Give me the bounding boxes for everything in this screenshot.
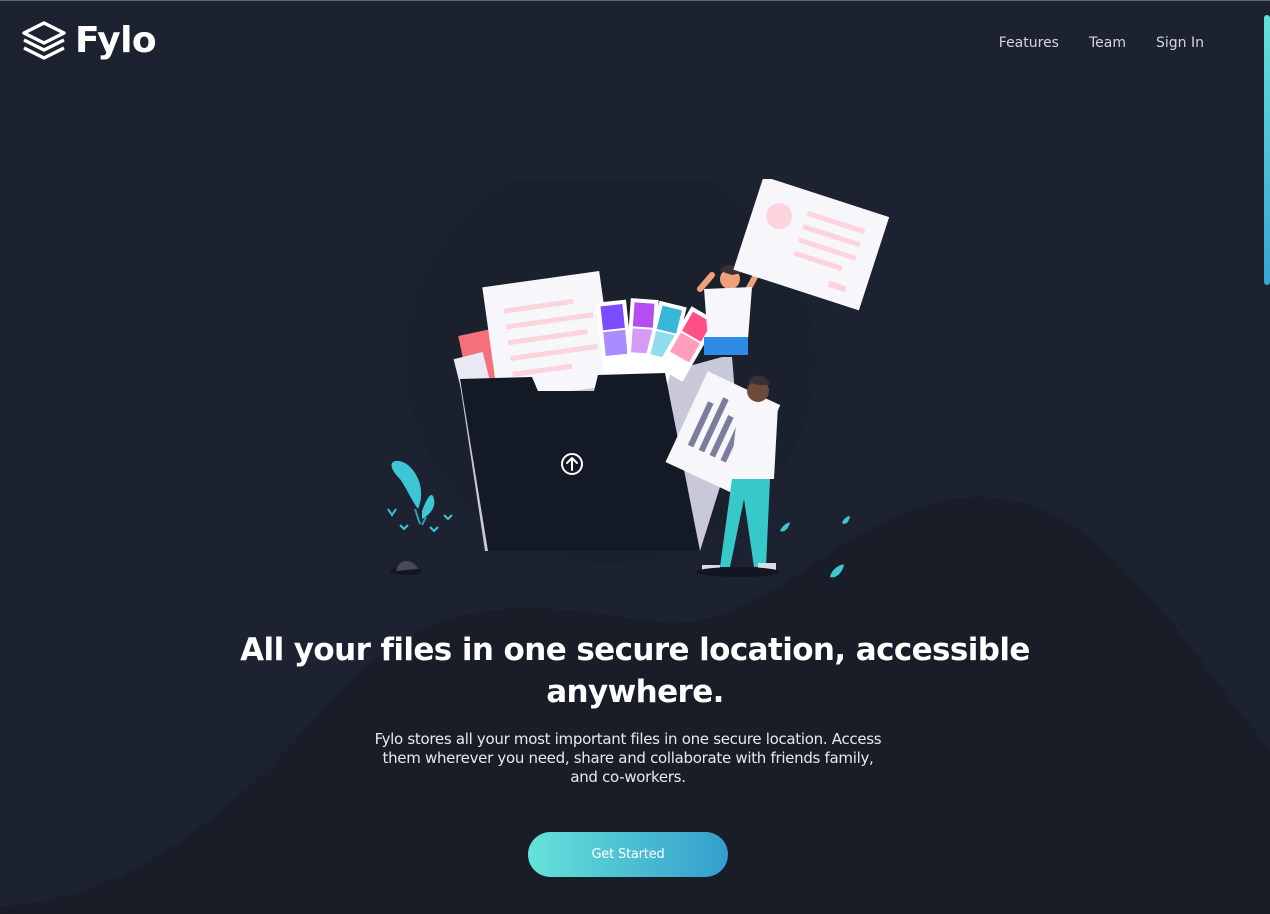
- folder-front: [460, 373, 700, 551]
- brand-name: Fylo: [75, 20, 157, 61]
- hero-title: All your files in one secure location, a…: [240, 632, 1030, 710]
- leaf-tiny: [842, 516, 850, 524]
- get-started-button[interactable]: Get Started: [528, 832, 728, 877]
- nav-item-team[interactable]: Team: [1089, 35, 1126, 51]
- brand-logo[interactable]: Fylo: [21, 19, 157, 63]
- stacked-layers-icon: [22, 21, 66, 60]
- nav-item-sign-in[interactable]: Sign In: [1156, 35, 1204, 51]
- plant-left: [387, 460, 453, 575]
- leaf-small: [780, 522, 790, 532]
- leaf-large: [830, 564, 844, 578]
- main-nav: Features Team Sign In: [999, 35, 1204, 51]
- scrollbar-thumb[interactable]: [1264, 15, 1270, 285]
- landing-page: Fylo Features Team Sign In All your file…: [0, 0, 1270, 914]
- hero-illustration: [387, 179, 890, 578]
- hero-description: Fylo stores all your most important file…: [374, 730, 882, 786]
- nav-item-features[interactable]: Features: [999, 35, 1059, 51]
